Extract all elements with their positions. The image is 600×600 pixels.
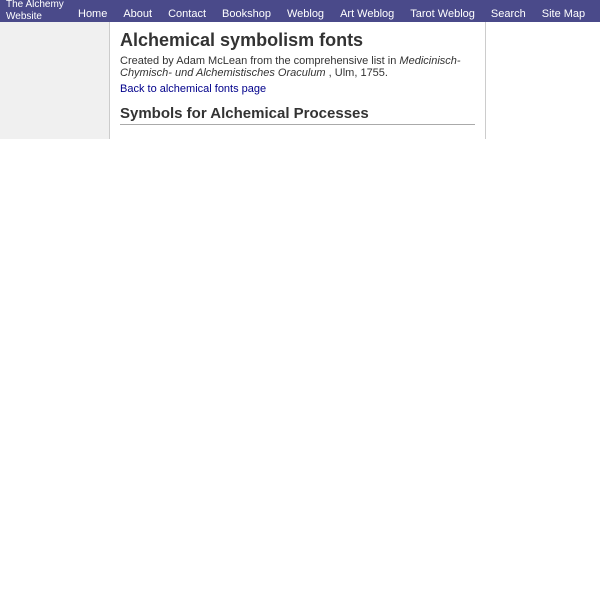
nav-link-tarot-weblog[interactable]: Tarot Weblog xyxy=(402,0,483,22)
nav-link-site-map[interactable]: Site Map xyxy=(534,0,593,22)
nav-link-home[interactable]: Home xyxy=(70,0,115,22)
section-title: Symbols for Alchemical Processes xyxy=(120,105,475,125)
subtitle-prefix: Created by Adam McLean from the comprehe… xyxy=(120,55,396,67)
logo-line2: Website xyxy=(6,11,42,22)
nav-link-contact[interactable]: Contact xyxy=(160,0,214,22)
logo-line1: The Alchemy xyxy=(6,0,64,10)
nav-link-search[interactable]: Search xyxy=(483,0,534,22)
main-content: Alchemical symbolism fonts Created by Ad… xyxy=(110,22,485,139)
right-sidebar xyxy=(485,22,600,139)
subtitle-suffix: , Ulm, 1755. xyxy=(329,67,388,79)
nav-link-art-weblog[interactable]: Art Weblog xyxy=(332,0,402,22)
nav-link-bookshop[interactable]: Bookshop xyxy=(214,0,279,22)
nav-link-about[interactable]: About xyxy=(115,0,160,22)
subtitle: Created by Adam McLean from the comprehe… xyxy=(120,55,475,79)
top-navigation: The Alchemy Website HomeAboutContactBook… xyxy=(0,0,600,22)
nav-links: HomeAboutContactBookshopWeblogArt Weblog… xyxy=(70,0,600,22)
back-link[interactable]: Back to alchemical fonts page xyxy=(120,83,266,95)
left-sidebar xyxy=(0,22,110,139)
page-title: Alchemical symbolism fonts xyxy=(120,30,475,51)
nav-link-weblog[interactable]: Weblog xyxy=(279,0,332,22)
